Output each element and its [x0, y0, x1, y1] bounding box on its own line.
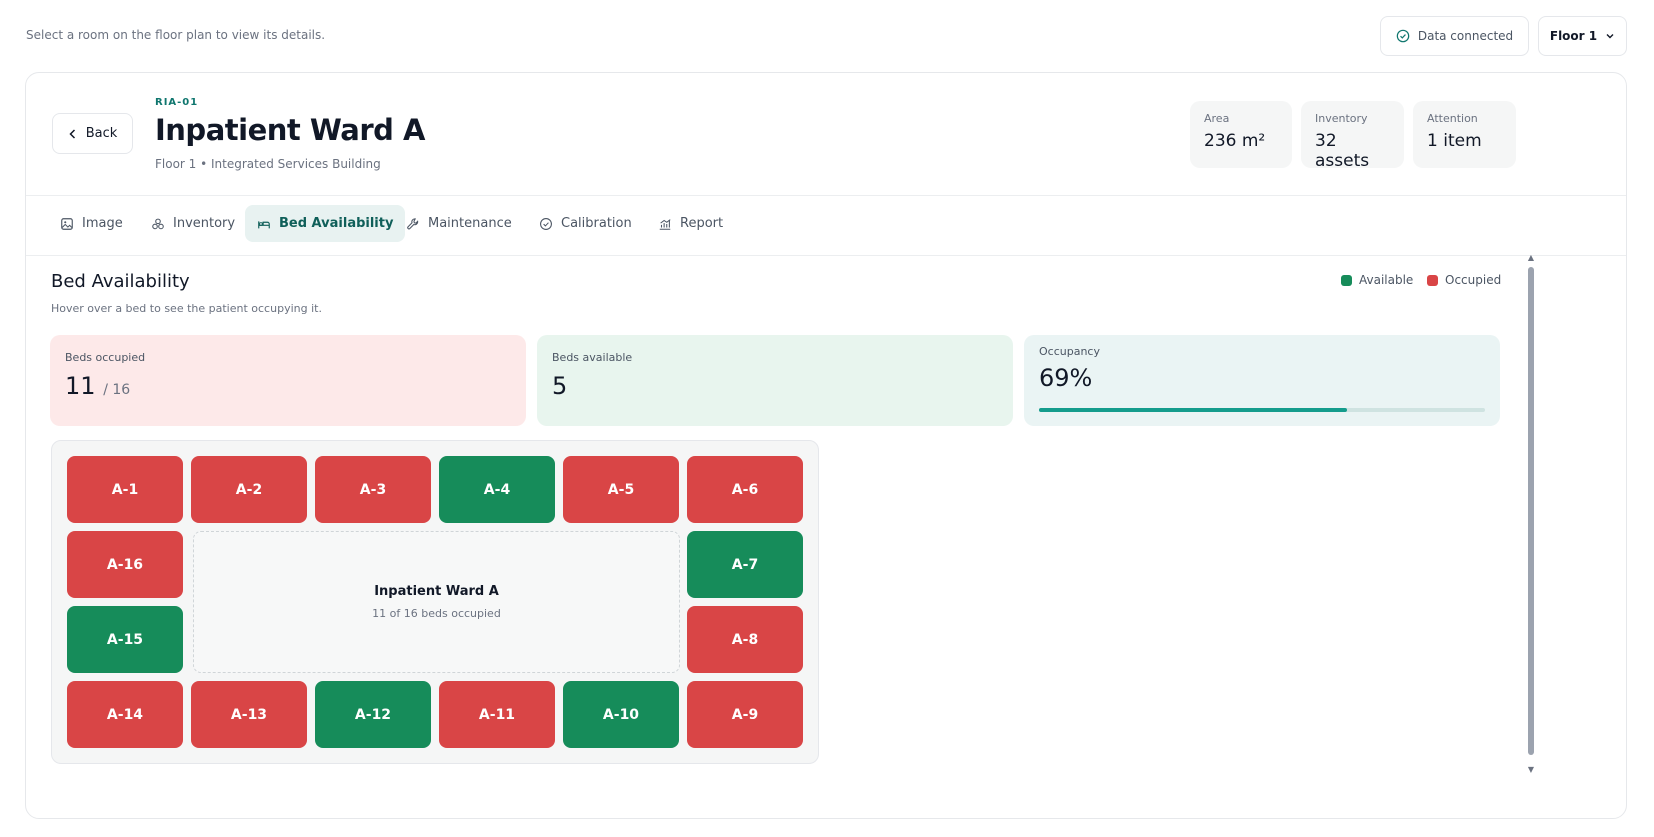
scrollbar[interactable]: ▲ ▼ [1526, 253, 1536, 775]
stat-area: Area 236 m² [1190, 101, 1292, 168]
ward-center-title: Inpatient Ward A [374, 584, 499, 599]
legend-swatch-available [1341, 274, 1352, 286]
stat-label: Attention [1427, 112, 1478, 125]
data-connected-status[interactable]: Data connected [1380, 16, 1529, 56]
divider [26, 255, 1626, 256]
bed-tile-a-2[interactable]: A-2 [191, 456, 307, 523]
image-icon [61, 217, 73, 230]
bed-tile-a-11[interactable]: A-11 [439, 681, 555, 748]
ward-center-summary: Inpatient Ward A 11 of 16 beds occupied [193, 531, 680, 673]
kpi-label: Beds available [552, 351, 633, 364]
divider [26, 195, 1626, 196]
bed-tile-a-3[interactable]: A-3 [315, 456, 431, 523]
bed-tile-a-4[interactable]: A-4 [439, 456, 555, 523]
tab-label: Calibration [561, 216, 632, 231]
bed-tile-a-7[interactable]: A-7 [687, 531, 803, 598]
stat-value: 236 m² [1204, 131, 1266, 151]
section-subtitle: Hover over a bed to see the patient occu… [51, 302, 322, 315]
floor-select[interactable]: Floor 1 [1538, 16, 1627, 56]
kpi-label: Beds occupied [65, 351, 146, 364]
tab-label: Inventory [173, 216, 236, 231]
back-button[interactable]: Back [52, 113, 133, 154]
tab-maintenance[interactable]: Maintenance [394, 205, 524, 242]
bed-tile-a-16[interactable]: A-16 [67, 531, 183, 598]
scrollbar-thumb[interactable] [1528, 267, 1534, 755]
floor-plan-hint: Select a room on the floor plan to view … [26, 28, 326, 42]
kpi-value: 5 [552, 372, 568, 400]
bed-tile-a-10[interactable]: A-10 [563, 681, 679, 748]
tab-report[interactable]: Report [646, 205, 735, 242]
legend-label: Available [1359, 273, 1414, 287]
top-bar: Select a room on the floor plan to view … [0, 0, 1654, 70]
stat-value: 32 assets [1315, 131, 1370, 171]
stat-inventory: Inventory 32 assets [1301, 101, 1404, 171]
occupied-total: / 16 [103, 382, 131, 398]
tab-label: Report [680, 216, 724, 231]
scroll-down-arrow-icon[interactable]: ▼ [1526, 765, 1536, 775]
wrench-icon [407, 217, 419, 229]
occupancy-progress-bar [1039, 408, 1485, 412]
connection-label: Data connected [1417, 29, 1514, 43]
legend-label: Occupied [1445, 273, 1502, 287]
page-title: Inpatient Ward A [155, 113, 425, 147]
room-location: Floor 1 • Integrated Services Building [155, 157, 381, 171]
occupancy-progress-fill [1039, 408, 1347, 412]
tab-label: Bed Availability [279, 216, 394, 231]
check-circle-icon [540, 217, 552, 230]
tab-label: Maintenance [428, 216, 512, 231]
bed-tile-a-8[interactable]: A-8 [687, 606, 803, 673]
kpi-beds-available: Beds available 5 [537, 335, 1013, 426]
legend-swatch-occupied [1427, 274, 1438, 286]
bed-icon [258, 220, 270, 228]
kpi-label: Occupancy [1039, 345, 1100, 358]
tab-calibration[interactable]: Calibration [527, 205, 644, 242]
chevron-down-icon [1606, 34, 1614, 39]
check-circle-icon [1396, 29, 1410, 43]
tab-label: Image [82, 216, 123, 231]
chart-icon [659, 218, 671, 230]
bed-tile-a-1[interactable]: A-1 [67, 456, 183, 523]
legend-occupied: Occupied [1427, 273, 1501, 287]
floor-select-value: Floor 1 [1549, 29, 1598, 43]
stat-value: 1 item [1427, 131, 1482, 151]
kpi-value: 69% [1039, 364, 1093, 392]
chevron-left-icon [69, 128, 75, 139]
tab-image[interactable]: Image [48, 205, 135, 242]
back-label: Back [85, 126, 118, 141]
bed-tile-a-5[interactable]: A-5 [563, 456, 679, 523]
scroll-up-arrow-icon[interactable]: ▲ [1526, 253, 1536, 263]
section-title: Bed Availability [51, 271, 190, 292]
boxes-icon [152, 218, 164, 229]
room-detail-card: Back RIA-01 Inpatient Ward A Floor 1 • I… [25, 72, 1627, 819]
bed-tile-a-12[interactable]: A-12 [315, 681, 431, 748]
tab-inventory[interactable]: Inventory [139, 205, 247, 242]
kpi-value: 11 / 16 [65, 372, 511, 400]
bed-tile-a-13[interactable]: A-13 [191, 681, 307, 748]
tab-bed-availability[interactable]: Bed Availability [245, 205, 406, 242]
bed-tile-a-6[interactable]: A-6 [687, 456, 803, 523]
bed-tile-a-14[interactable]: A-14 [67, 681, 183, 748]
stat-label: Area [1204, 112, 1230, 125]
kpi-beds-occupied: Beds occupied 11 / 16 [50, 335, 526, 426]
legend-available: Available [1341, 273, 1413, 287]
stat-label: Inventory [1315, 112, 1368, 125]
occupied-count: 11 [65, 372, 96, 400]
ward-floor-plan: Inpatient Ward A 11 of 16 beds occupied … [51, 440, 819, 764]
ward-center-subtitle: 11 of 16 beds occupied [372, 607, 501, 620]
stat-attention: Attention 1 item [1413, 101, 1516, 168]
bed-tile-a-15[interactable]: A-15 [67, 606, 183, 673]
room-code: RIA-01 [155, 97, 199, 108]
bed-tile-a-9[interactable]: A-9 [687, 681, 803, 748]
kpi-occupancy: Occupancy 69% [1024, 335, 1500, 426]
